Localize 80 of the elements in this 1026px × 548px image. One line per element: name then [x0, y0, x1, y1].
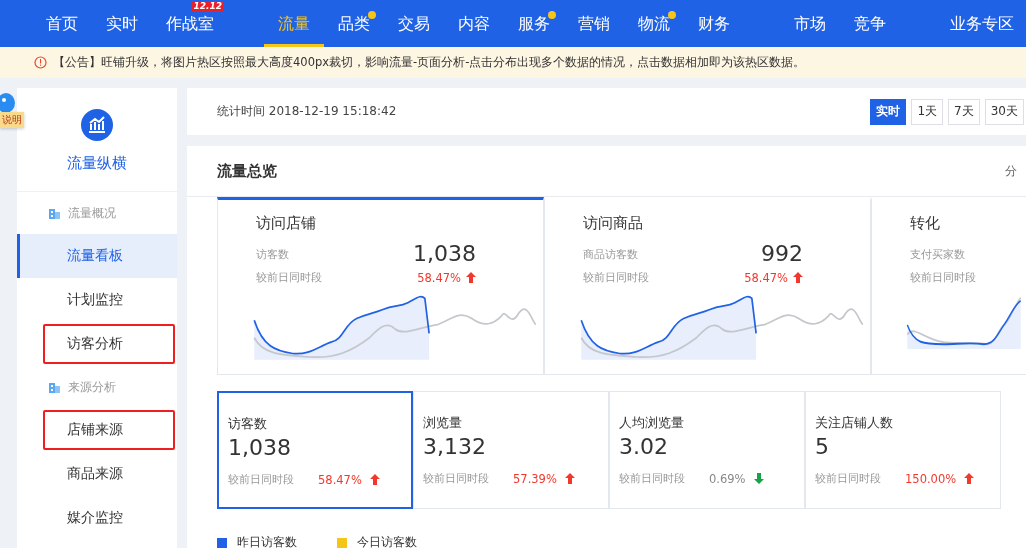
chart-logo-icon	[80, 108, 114, 142]
range-button[interactable]: 30天	[984, 98, 1024, 125]
nav-tab[interactable]: 实时	[106, 12, 138, 35]
metric-label: 关注店铺人数	[815, 414, 894, 432]
building-icon	[49, 207, 60, 219]
compare-label: 较前日同时段	[619, 471, 685, 486]
overview-tile[interactable]: 访问店铺 访客数 1,038 较前日同时段 58.47%	[217, 197, 544, 375]
tile-title: 访问店铺	[256, 214, 317, 233]
metric-label: 支付买家数	[910, 247, 965, 262]
nav-tab[interactable]: 竞争	[854, 12, 886, 35]
range-button[interactable]: 7天	[948, 98, 980, 125]
tile-title: 访问商品	[583, 214, 644, 233]
card-title: 流量总览	[217, 161, 277, 181]
sidebar-title: 流量纵横	[67, 154, 127, 173]
change-percent: 58.47%	[744, 270, 788, 285]
building-icon	[49, 381, 60, 393]
metric-label: 浏览量	[423, 414, 463, 432]
robot-icon[interactable]	[0, 92, 16, 114]
tile-title: 转化	[910, 214, 941, 233]
sidebar-item[interactable]: 计划监控	[17, 278, 177, 322]
metric-label: 商品访客数	[583, 247, 638, 262]
stats-time: 统计时间 2018-12-19 15:18:42	[217, 103, 397, 120]
section-label: 来源分析	[68, 378, 116, 396]
range-button[interactable]: 1天	[911, 98, 944, 125]
compare-label: 较前日同时段	[583, 270, 649, 285]
change-percent: 57.39%	[513, 471, 557, 486]
metric-value: 1,038	[413, 241, 476, 266]
warning-icon	[34, 56, 47, 69]
nav-tab[interactable]: 物流	[638, 12, 670, 35]
overview-tile[interactable]: 转化 支付买家数 较前日同时段	[871, 197, 1026, 375]
metric-value: 1,038	[228, 435, 292, 460]
metric-label: 访客数	[228, 415, 268, 433]
change-percent: 0.69%	[709, 471, 746, 486]
nav-tab[interactable]: 业务专区	[950, 12, 1014, 35]
nav-tab[interactable]: 作战室	[166, 12, 214, 35]
nav-tab[interactable]: 交易	[398, 12, 430, 35]
legend-label: 今日访客数	[357, 534, 417, 548]
sidebar-item[interactable]: 流量看板	[17, 234, 177, 278]
nav-tab[interactable]: 首页	[46, 12, 78, 35]
nav-tab[interactable]: 营销	[578, 12, 610, 35]
notice-text: 【公告】旺铺升级，将图片热区按照最大高度400px裁切，影响流量-页面分析-点击分布出现多个数据的情况，点击数据相加即为该热区数据。	[53, 55, 806, 70]
notification-dot	[668, 11, 676, 19]
change-percent: 58.47%	[318, 472, 362, 487]
change-percent: 150.00%	[905, 471, 957, 486]
help-tag[interactable]: 说明	[0, 112, 24, 128]
nav-tab[interactable]: 市场	[794, 12, 826, 35]
change-percent: 58.47%	[417, 270, 461, 285]
compare-label: 较前日同时段	[815, 471, 881, 486]
promo-badge: 12.12	[191, 1, 224, 12]
metric-card[interactable]: 访客数 1,038 较前日同时段 58.47%	[217, 391, 413, 509]
section-label: 流量概况	[68, 204, 116, 222]
compare-label: 较前日同时段	[910, 270, 976, 285]
overview-tile[interactable]: 访问商品 商品访客数 992 较前日同时段 58.47%	[544, 197, 871, 375]
nav-tab[interactable]: 财务	[698, 12, 730, 35]
compare-label: 较前日同时段	[423, 471, 489, 486]
sidebar-item[interactable]: 店铺来源	[43, 410, 175, 450]
sidebar-item[interactable]: 商品来源	[17, 452, 177, 496]
sidebar-item[interactable]: 访客分析	[43, 324, 175, 364]
notification-dot	[368, 11, 376, 19]
metric-label: 访客数	[256, 247, 289, 262]
compare-label: 较前日同时段	[228, 472, 294, 487]
sidebar-item[interactable]: 媒介监控	[17, 496, 177, 540]
metric-card[interactable]: 人均浏览量 3.02 较前日同时段 0.69%	[609, 391, 805, 509]
nav-tab[interactable]: 服务	[518, 12, 550, 35]
active-tab-underline	[264, 44, 324, 47]
metric-card[interactable]: 浏览量 3,132 较前日同时段 57.39%	[413, 391, 609, 509]
metric-value: 3.02	[619, 434, 669, 459]
metric-card[interactable]: 关注店铺人数 5 较前日同时段 150.00%	[805, 391, 1001, 509]
nav-tab[interactable]: 品类	[338, 12, 370, 35]
card-link[interactable]: 分	[1005, 162, 1017, 180]
nav-tab[interactable]: 内容	[458, 12, 490, 35]
metric-value: 3,132	[423, 434, 487, 459]
notification-dot	[548, 11, 556, 19]
legend-label: 昨日访客数	[237, 534, 297, 548]
range-button[interactable]: 实时	[870, 98, 907, 125]
nav-tab[interactable]: 流量	[278, 12, 310, 35]
metric-label: 人均浏览量	[619, 414, 685, 432]
metric-value: 992	[761, 241, 803, 266]
compare-label: 较前日同时段	[256, 270, 322, 285]
metric-value: 5	[815, 434, 830, 459]
